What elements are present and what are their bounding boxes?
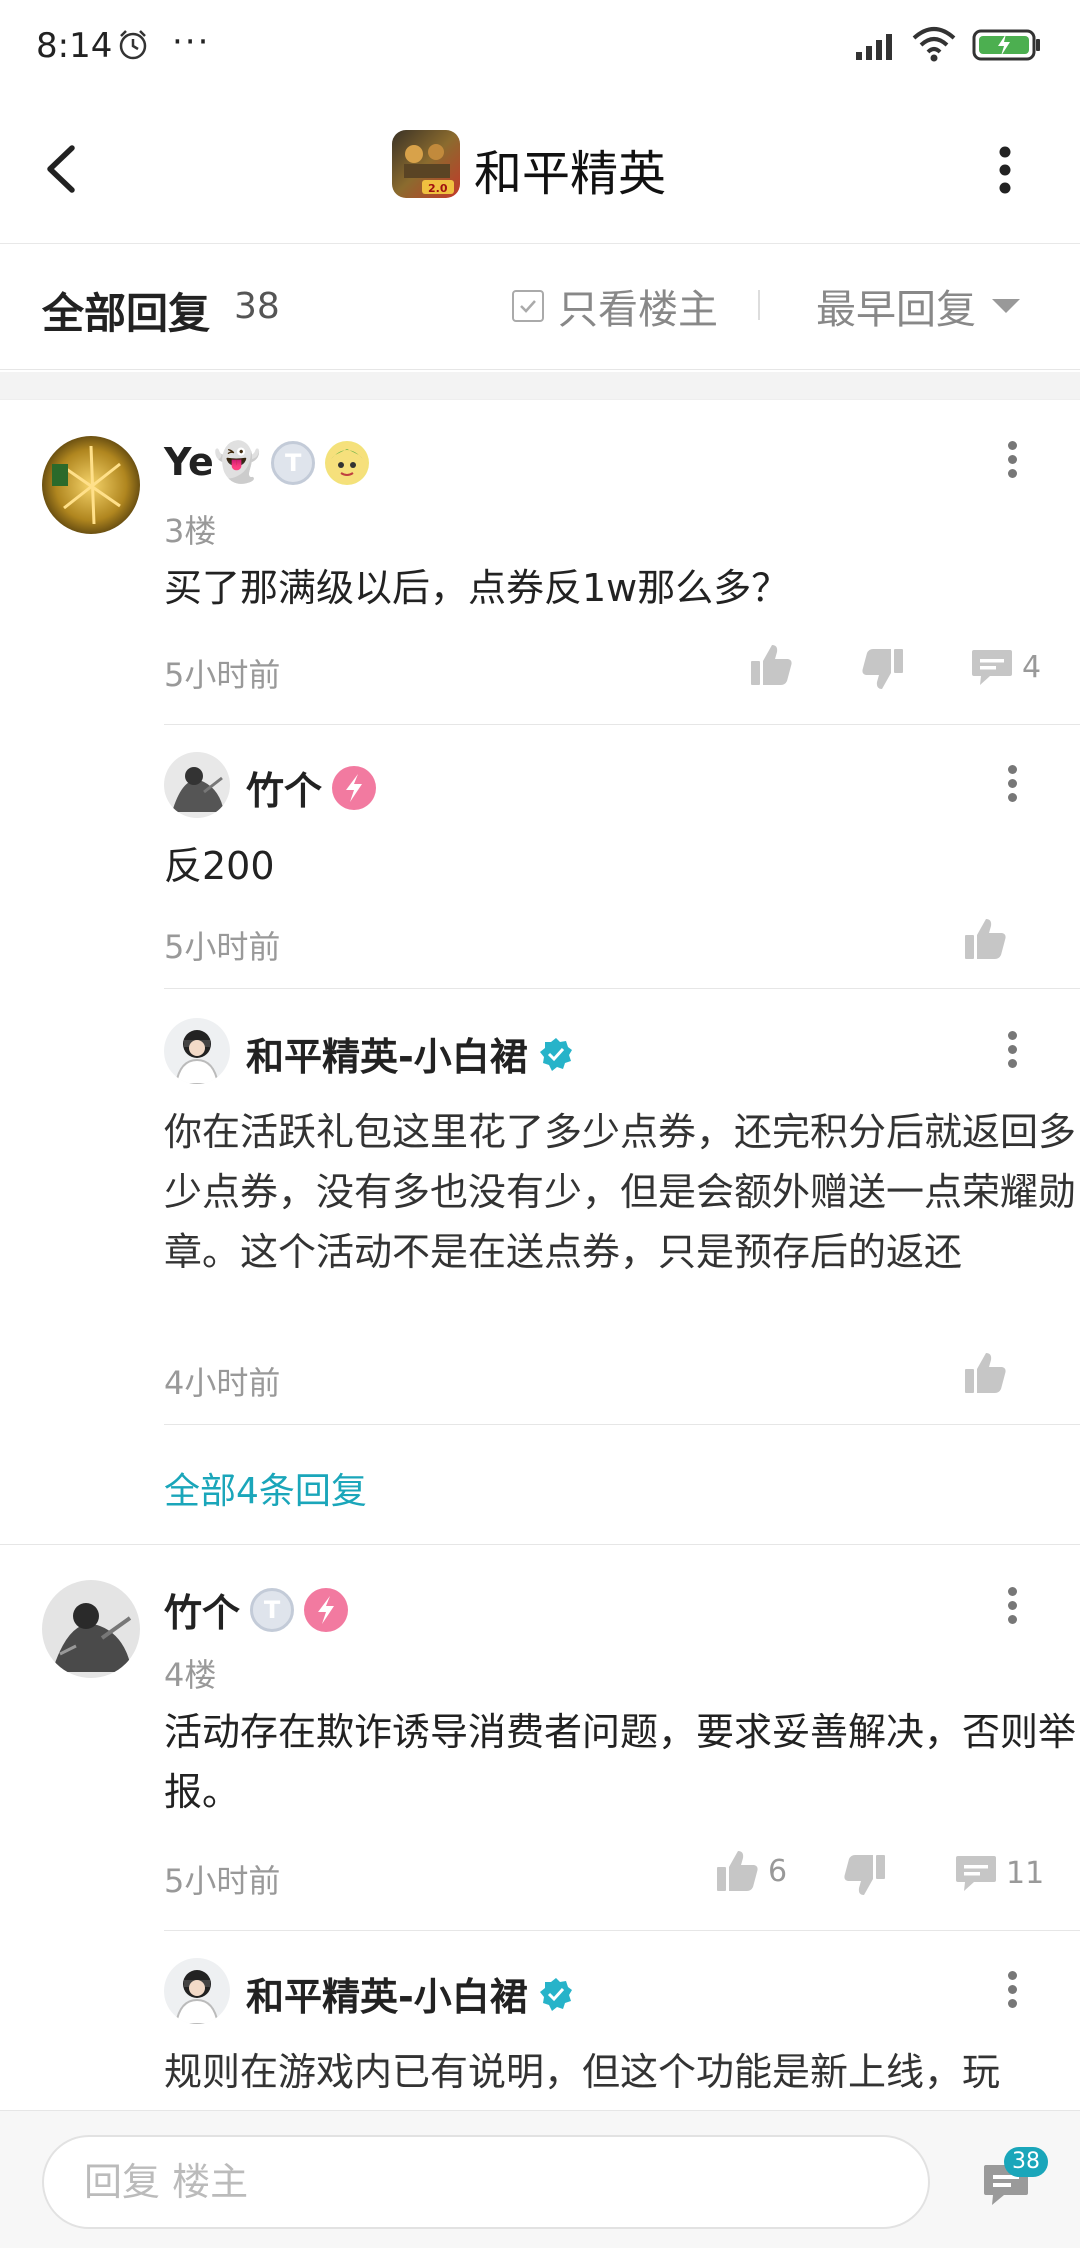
reply-text: 反200 — [164, 844, 275, 888]
verified-badge-icon — [538, 1036, 574, 1072]
avatar[interactable] — [42, 436, 140, 534]
comment-count: 4 — [1022, 649, 1042, 685]
streak-badge-icon — [332, 765, 377, 810]
comment-button[interactable]: 11 — [954, 1852, 1044, 1894]
character-badge-icon — [325, 440, 370, 485]
back-arrow-icon[interactable] — [36, 134, 96, 204]
reply-avatar[interactable] — [164, 1958, 230, 2024]
verified-badge-icon — [538, 1976, 574, 2012]
section-gap — [0, 372, 1080, 400]
comment-time: 5小时前 — [164, 656, 281, 694]
reply-more-icon[interactable] — [1002, 1026, 1022, 1076]
battery-icon — [972, 29, 1040, 61]
speech-bubble-icon — [956, 1856, 996, 1891]
all-replies-heading: 全部回复 — [42, 289, 211, 338]
username-text: Ye👻 — [164, 440, 262, 484]
game-icon-version: 2.0 — [428, 182, 448, 195]
reply-text: 规则在游戏内已有说明，但这个功能是新上线，玩 — [164, 2050, 1001, 2094]
signal-icon — [856, 34, 892, 60]
reply-username[interactable]: 竹个 — [246, 760, 377, 815]
reply-divider — [164, 988, 1080, 989]
dislike-button[interactable] — [842, 1852, 888, 1898]
comment-count-badge: 38 — [1004, 2147, 1048, 2177]
sort-dropdown[interactable]: 最早回复 — [816, 278, 1020, 334]
reply-bar: 回复 楼主 38 — [0, 2110, 1080, 2248]
reply-username[interactable]: 和平精英-小白裙 — [246, 1966, 574, 2021]
top-bar: 2.0 和平精英 — [0, 96, 1080, 244]
username[interactable]: Ye👻 T — [164, 440, 370, 485]
like-count: 6 — [768, 1853, 788, 1889]
status-time: 8:14 — [36, 26, 113, 66]
reply-input[interactable]: 回复 楼主 — [42, 2135, 930, 2229]
reply-divider — [164, 724, 1080, 725]
floor-number: 4楼 — [164, 1656, 217, 1694]
comment-text: 活动存在欺诈诱导消费者问题，要求妥善解决，否则举报。 — [164, 1710, 1077, 1814]
reply-username-text: 和平精英-小白裙 — [246, 1975, 528, 2019]
speech-bubble-icon — [972, 650, 1012, 685]
comment-count: 11 — [1006, 1855, 1045, 1891]
reply-time: 5小时前 — [164, 928, 281, 966]
reply-more-icon[interactable] — [1002, 760, 1022, 810]
reply-divider — [164, 1930, 1080, 1931]
dislike-button[interactable] — [860, 646, 906, 692]
filter-divider — [758, 290, 760, 320]
reply-count: 38 — [234, 286, 280, 327]
page-title: 和平精英 — [474, 146, 667, 202]
comment-time: 5小时前 — [164, 1862, 281, 1900]
reply-username[interactable]: 和平精英-小白裙 — [246, 1026, 574, 1081]
more-menu-button[interactable] — [980, 136, 1030, 206]
reply-avatar[interactable] — [164, 752, 230, 818]
only-op-toggle[interactable]: 只看楼主 — [512, 278, 718, 334]
caret-down-icon — [992, 299, 1020, 313]
avatar[interactable] — [42, 1580, 140, 1678]
reply-username-text: 竹个 — [246, 769, 323, 813]
username[interactable]: 竹个 T — [164, 1582, 349, 1637]
game-app-icon: 2.0 — [392, 130, 460, 198]
streak-badge-icon — [304, 1587, 349, 1632]
thumbs-down-icon — [862, 649, 903, 689]
all-replies-link[interactable]: 全部4条回复 — [164, 1462, 367, 1514]
reply-avatar[interactable] — [164, 1018, 230, 1084]
wifi-icon — [912, 27, 956, 62]
reply-text: 你在活跃礼包这里花了多少点券，还完积分后就返回多少点券，没有多也没有少，但是会额… — [164, 1110, 1077, 1274]
reply-username-text: 和平精英-小白裙 — [246, 1035, 528, 1079]
level-badge-icon: T — [250, 1587, 295, 1632]
comment-divider — [0, 1544, 1080, 1545]
comment-button[interactable]: 4 — [970, 646, 1041, 688]
sort-label: 最早回复 — [816, 287, 976, 333]
reply-more-icon[interactable] — [1002, 1966, 1022, 2016]
like-button[interactable] — [748, 642, 794, 688]
only-op-label: 只看楼主 — [558, 287, 718, 333]
thumbs-up-icon — [751, 645, 792, 685]
reply-like-button[interactable] — [962, 1350, 1008, 1396]
username-text: 竹个 — [164, 1591, 241, 1635]
filter-bar: 全部回复 38 只看楼主 最早回复 — [0, 244, 1080, 370]
floor-number: 3楼 — [164, 512, 217, 550]
thumbs-up-icon — [717, 1851, 758, 1891]
comment-text: 买了那满级以后，点券反1w那么多？ — [164, 566, 790, 610]
like-button[interactable]: 6 — [714, 1848, 787, 1894]
alarm-icon — [119, 30, 147, 60]
reply-divider — [164, 1424, 1080, 1425]
thumbs-down-icon — [844, 1855, 885, 1895]
comment-more-icon[interactable] — [1002, 1582, 1022, 1632]
comment-more-icon[interactable] — [1002, 436, 1022, 486]
thumbs-up-icon — [965, 919, 1006, 959]
reply-like-button[interactable] — [962, 916, 1008, 962]
thumbs-up-icon — [965, 1353, 1006, 1393]
level-badge-icon: T — [271, 440, 316, 485]
notification-dots: ··· — [172, 22, 211, 62]
checkbox-icon — [512, 290, 544, 322]
kebab-menu-icon — [999, 146, 1011, 194]
reply-time: 4小时前 — [164, 1364, 281, 1402]
status-bar: 8:14 ··· — [0, 0, 1080, 96]
